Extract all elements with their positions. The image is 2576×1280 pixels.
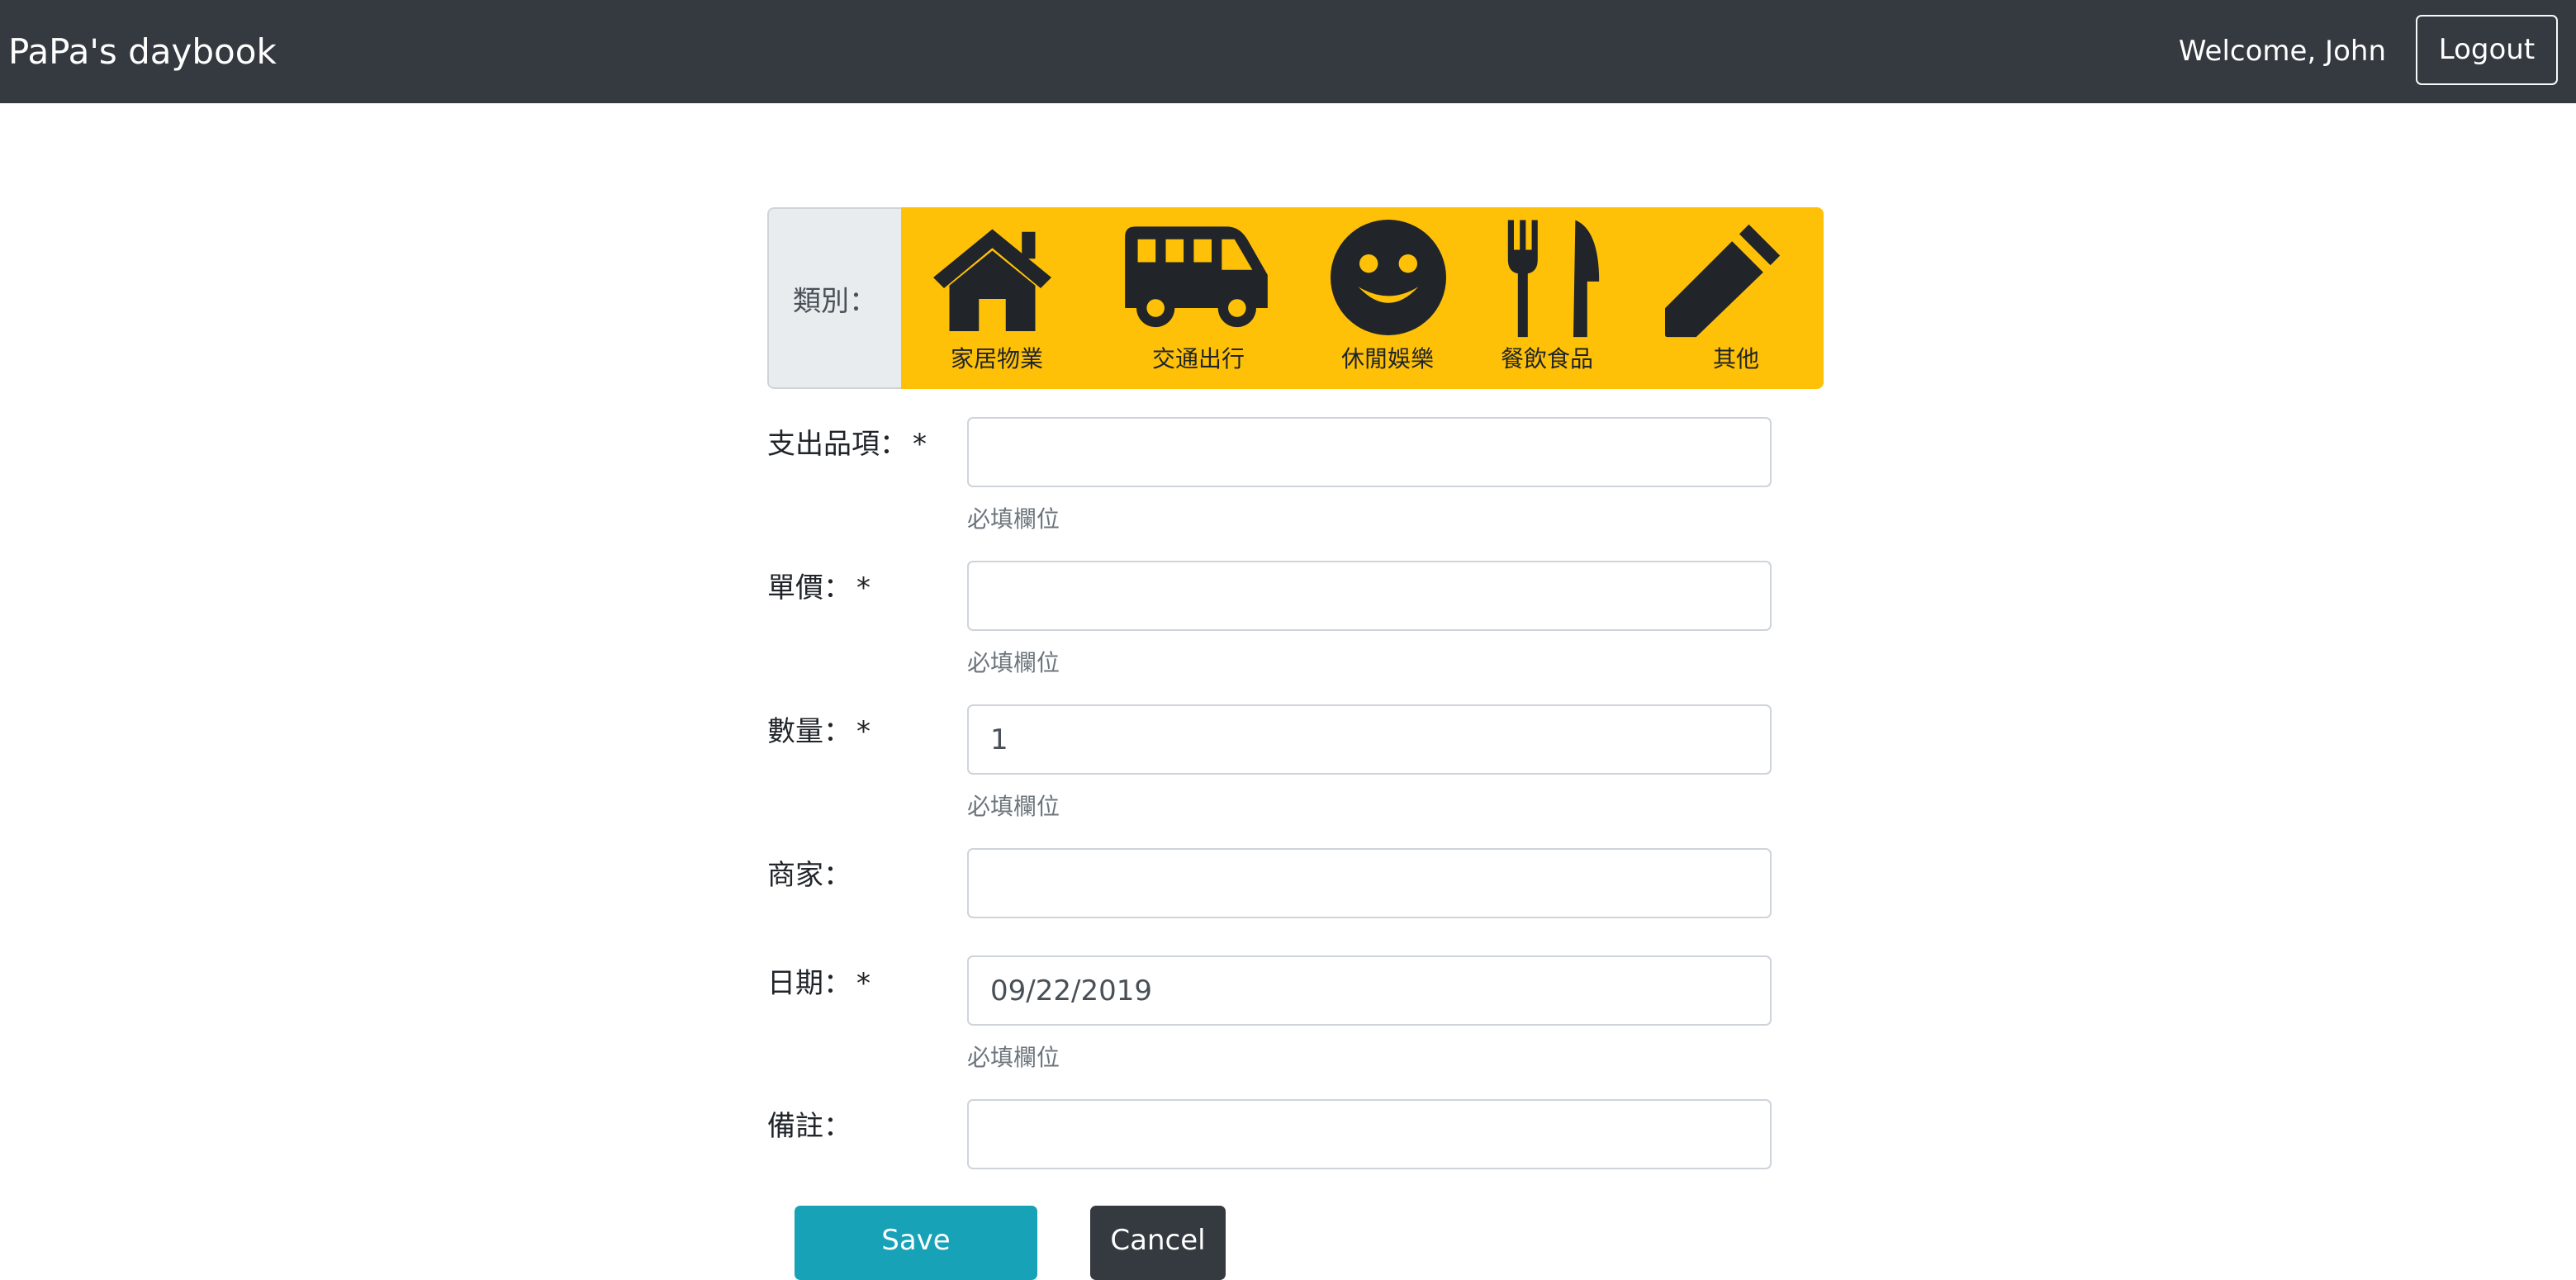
welcome-text: Welcome, John — [2178, 35, 2386, 68]
quantity-label: 數量： * — [767, 709, 871, 749]
required-mark: * — [913, 428, 927, 461]
smile-icon — [1331, 220, 1446, 335]
category-option-leisure[interactable]: 休閒娛樂 — [1297, 207, 1479, 389]
required-mark: * — [856, 571, 871, 604]
price-label: 單價： * — [767, 565, 871, 605]
required-mark: * — [856, 967, 871, 1000]
cancel-button[interactable]: Cancel — [1090, 1206, 1226, 1280]
category-options: 家居物業 交通出行 休閒娛樂 餐飲食品 其他 — [901, 207, 1824, 389]
category-option-home[interactable]: 家居物業 — [901, 207, 1099, 389]
app-brand[interactable]: PaPa's daybook — [8, 0, 277, 103]
merchant-label-text: 商家： — [767, 859, 852, 892]
category-option-food[interactable]: 餐飲食品 — [1479, 207, 1644, 389]
logout-button[interactable]: Logout — [2416, 15, 2558, 85]
required-mark: * — [856, 715, 871, 748]
category-label: 類別： — [767, 207, 901, 389]
note-input[interactable] — [967, 1099, 1772, 1169]
date-label-text: 日期： — [767, 967, 852, 1000]
category-option-other[interactable]: 其他 — [1644, 207, 1824, 389]
item-help-text: 必填欄位 — [967, 505, 1060, 533]
item-label: 支出品項： * — [767, 421, 927, 462]
category-label-other: 其他 — [1713, 345, 1760, 372]
category-selector: 類別： 家居物業 交通出行 休閒娛樂 餐飲食品 其他 — [767, 207, 1824, 389]
quantity-input[interactable] — [967, 704, 1772, 775]
save-button[interactable]: Save — [795, 1206, 1037, 1280]
quantity-label-text: 數量： — [767, 715, 852, 748]
date-help-text: 必填欄位 — [967, 1044, 1060, 1071]
price-input[interactable] — [967, 561, 1772, 631]
date-label: 日期： * — [767, 960, 871, 1001]
pencil-icon — [1665, 224, 1781, 338]
note-label-text: 備註： — [767, 1110, 852, 1143]
note-label: 備註： — [767, 1103, 852, 1144]
bus-icon — [1125, 226, 1268, 328]
category-label-leisure: 休閒娛樂 — [1341, 345, 1435, 372]
price-help-text: 必填欄位 — [967, 649, 1060, 676]
quantity-help-text: 必填欄位 — [967, 793, 1060, 820]
category-label-food: 餐飲食品 — [1501, 345, 1594, 372]
house-icon — [933, 229, 1051, 331]
date-input[interactable] — [967, 955, 1772, 1026]
price-label-text: 單價： — [767, 571, 852, 604]
category-option-transport[interactable]: 交通出行 — [1099, 207, 1297, 389]
utensils-icon — [1507, 220, 1600, 338]
category-label-transport: 交通出行 — [1152, 345, 1245, 372]
merchant-label: 商家： — [767, 852, 852, 893]
item-input[interactable] — [967, 417, 1772, 487]
top-navbar: PaPa's daybook Welcome, John Logout — [0, 0, 2576, 103]
category-label-home: 家居物業 — [951, 345, 1044, 372]
merchant-input[interactable] — [967, 848, 1772, 918]
item-label-text: 支出品項： — [767, 428, 908, 461]
